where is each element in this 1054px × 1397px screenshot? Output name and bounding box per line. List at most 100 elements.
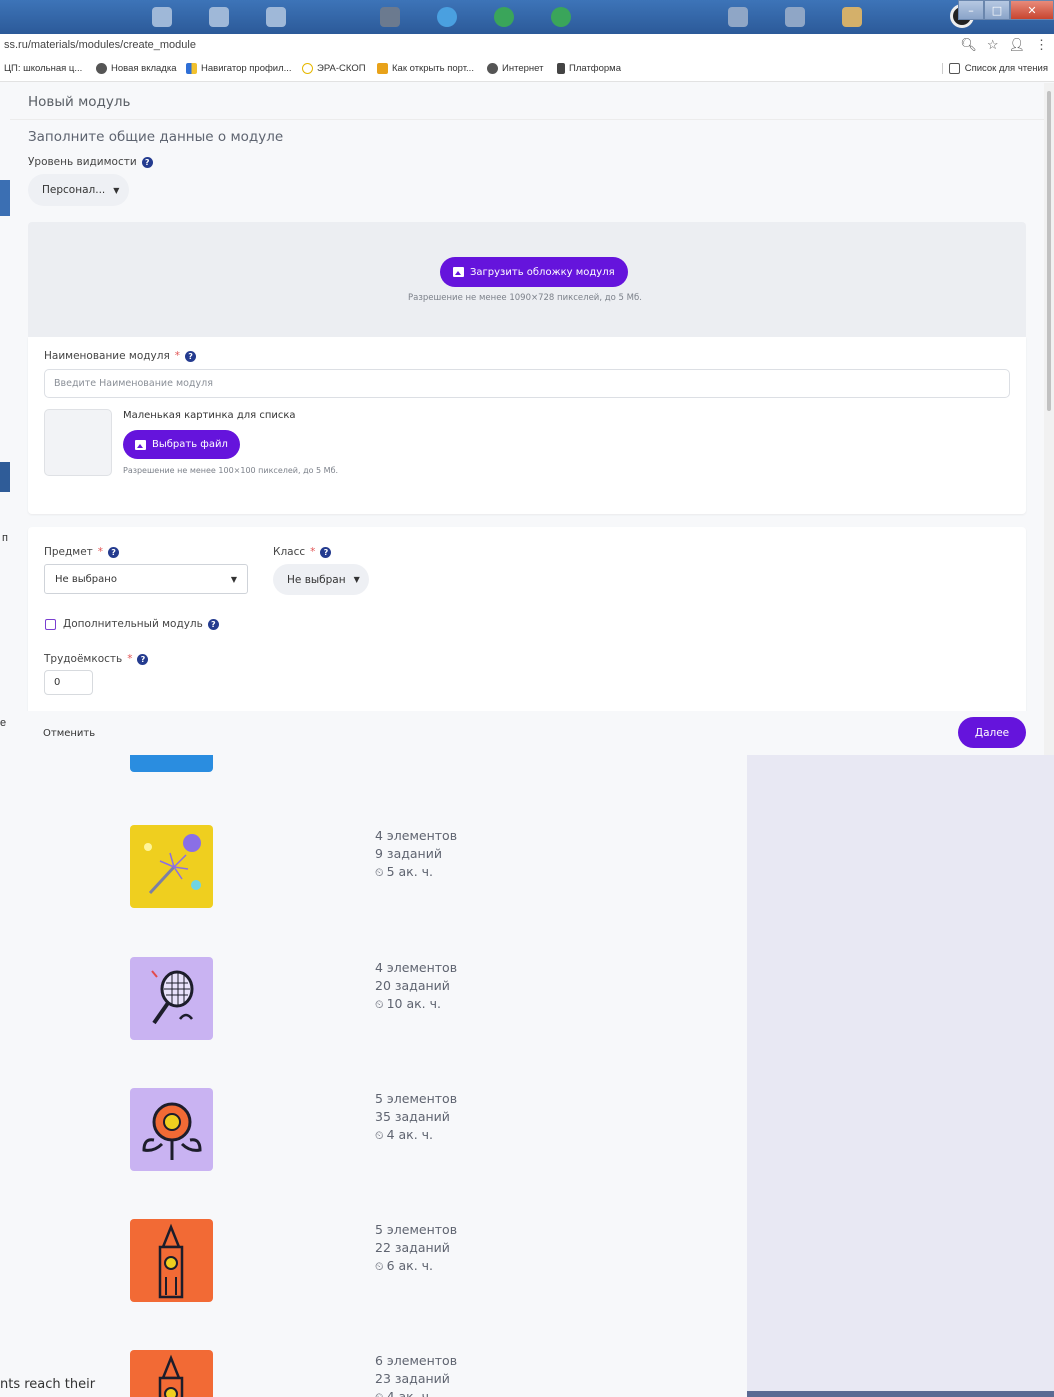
module-tasks-count: 35 заданий bbox=[375, 1109, 450, 1124]
bookmark-item[interactable]: ЦП: школьная ц... bbox=[4, 63, 82, 74]
bookmark-item[interactable]: Платформа bbox=[557, 63, 621, 74]
folder-icon[interactable] bbox=[842, 7, 862, 27]
zoom-icon[interactable]: 🔍︎ bbox=[960, 37, 977, 53]
address-bar[interactable]: ss.ru/materials/modules/create_module 🔍︎… bbox=[0, 34, 1054, 58]
globe-icon bbox=[487, 63, 498, 74]
module-info-card bbox=[28, 337, 1026, 514]
module-elements-count: 5 элементов bbox=[375, 1222, 458, 1237]
module-duration: 5 ак. ч. bbox=[386, 864, 434, 879]
extra-module-label-text: Дополнительный модуль bbox=[63, 618, 203, 630]
visibility-select[interactable]: Персонал... ▼ bbox=[28, 174, 129, 206]
next-button-label: Далее bbox=[974, 726, 1010, 739]
effort-value: 0 bbox=[54, 677, 61, 688]
background-left-fragments bbox=[0, 0, 10, 760]
page-title: Новый модуль bbox=[28, 94, 131, 110]
module-duration: 6 ак. ч. bbox=[386, 1258, 434, 1273]
module-card[interactable]: 5 элементов 22 заданий ⏲ 6 ак. ч. bbox=[0, 1219, 747, 1309]
globe-icon bbox=[96, 63, 107, 74]
effort-input[interactable]: 0 bbox=[44, 670, 93, 695]
module-elements-count: 4 элементов bbox=[375, 828, 458, 843]
tennis-racket-icon bbox=[130, 957, 213, 1040]
page-scrollbar[interactable] bbox=[1044, 83, 1054, 755]
effort-label-text: Трудоёмкость bbox=[44, 653, 123, 665]
effort-label: Трудоёмкость * ? bbox=[44, 653, 149, 665]
address-bar-actions: 🔍︎ ☆ 👤︎ ⋮ bbox=[960, 37, 1048, 53]
scrollbar-thumb[interactable] bbox=[1047, 91, 1051, 411]
choose-file-button[interactable]: Выбрать файл bbox=[123, 430, 240, 459]
upload-cover-button[interactable]: Загрузить обложку модуля bbox=[440, 257, 628, 287]
background-fragment-text: п bbox=[2, 532, 8, 544]
menu-icon[interactable]: ⋮ bbox=[1035, 37, 1048, 53]
module-tasks-count: 20 заданий bbox=[375, 978, 450, 993]
module-card[interactable]: 6 элементов 23 заданий ⏲4 ак. ч. bbox=[0, 1350, 747, 1397]
module-card[interactable]: 5 элементов 35 заданий ⏲ 4 ак. ч. bbox=[0, 1088, 747, 1178]
create-module-page: Новый модуль Заполните общие данные о мо… bbox=[10, 83, 1044, 755]
visibility-label: Уровень видимости ? bbox=[28, 156, 153, 168]
module-duration: 4 ак. ч. bbox=[386, 1127, 434, 1142]
clock-icon: ⏲ bbox=[375, 866, 384, 879]
bookmark-item[interactable]: Интернет bbox=[487, 63, 543, 74]
visibility-value: Персонал... bbox=[42, 184, 106, 196]
star-icon[interactable]: ☆ bbox=[987, 37, 999, 53]
module-elements-count: 6 элементов bbox=[375, 1353, 458, 1368]
background-side-panel bbox=[747, 754, 1054, 1397]
document-icon[interactable] bbox=[152, 7, 172, 27]
grade-label-text: Класс bbox=[273, 546, 306, 558]
era-scop-icon bbox=[302, 63, 313, 74]
url-text[interactable]: ss.ru/materials/modules/create_module bbox=[4, 39, 196, 51]
big-ben-icon bbox=[130, 1350, 213, 1397]
module-elements-count: 4 элементов bbox=[375, 960, 458, 975]
portfolio-icon bbox=[377, 63, 388, 74]
bookmark-item[interactable]: ЭРА-СКОП bbox=[302, 63, 366, 74]
bookmarks-bar: ЦП: школьная ц... Новая вкладка Навигато… bbox=[0, 58, 1054, 82]
grade-select[interactable]: Не выбран ▼ bbox=[273, 564, 369, 595]
flower-icon bbox=[130, 1088, 213, 1171]
extra-module-label: Дополнительный модуль ? bbox=[63, 618, 219, 630]
help-icon[interactable]: ? bbox=[185, 350, 197, 362]
grade-value: Не выбран bbox=[287, 573, 346, 586]
profile-icon[interactable]: 👤︎ bbox=[1008, 37, 1025, 53]
app-icon[interactable] bbox=[380, 7, 400, 27]
maximize-icon[interactable]: □ bbox=[984, 0, 1010, 20]
help-icon[interactable]: ? bbox=[207, 618, 219, 630]
bookmark-item[interactable]: Как открыть порт... bbox=[377, 63, 474, 74]
bookmark-label: ЦП: школьная ц... bbox=[4, 63, 83, 74]
module-card[interactable]: 4 элементов 9 заданий ⏲ 5 ак. ч. bbox=[0, 825, 747, 915]
document-icon[interactable] bbox=[266, 7, 286, 27]
module-name-input[interactable]: Введите Наименование модуля bbox=[44, 369, 1010, 398]
module-stats: 6 элементов 23 заданий ⏲4 ак. ч. bbox=[375, 1352, 457, 1397]
cancel-button[interactable]: Отменить bbox=[43, 728, 95, 739]
chevron-down-icon: ▼ bbox=[230, 574, 237, 584]
section-heading: Заполните общие данные о модуле bbox=[28, 129, 284, 145]
bookmark-label: Новая вкладка bbox=[111, 63, 177, 74]
bookmark-item[interactable]: Новая вкладка bbox=[96, 63, 176, 74]
help-icon[interactable]: ? bbox=[320, 546, 332, 558]
chrome-icon[interactable] bbox=[551, 7, 571, 27]
reading-list-icon bbox=[948, 63, 960, 74]
required-marker: * bbox=[174, 350, 181, 362]
bookmark-item[interactable]: Навигатор профил... bbox=[186, 63, 292, 74]
help-icon[interactable]: ? bbox=[108, 546, 120, 558]
reading-list-button[interactable]: Список для чтения bbox=[941, 63, 1048, 74]
app-icon[interactable] bbox=[728, 7, 748, 27]
help-icon[interactable]: ? bbox=[137, 653, 149, 665]
next-button[interactable]: Далее bbox=[958, 717, 1026, 748]
chrome-icon[interactable] bbox=[494, 7, 514, 27]
subject-select[interactable]: Не выбрано ▼ bbox=[44, 564, 248, 594]
module-card[interactable]: 4 элементов 20 заданий ⏲ 10 ак. ч. bbox=[0, 957, 747, 1047]
background-fragment-text: е bbox=[0, 717, 7, 729]
clock-icon: ⏲ bbox=[375, 1129, 384, 1142]
extra-module-checkbox[interactable] bbox=[45, 619, 56, 630]
chevron-down-icon: ▼ bbox=[353, 575, 360, 584]
browser-icon[interactable] bbox=[437, 7, 457, 27]
app-icon[interactable] bbox=[785, 7, 805, 27]
chevron-down-icon: ▼ bbox=[113, 185, 120, 195]
image-icon bbox=[453, 267, 464, 277]
help-icon[interactable]: ? bbox=[141, 156, 153, 168]
reading-list-label: Список для чтения bbox=[964, 63, 1048, 74]
minimize-icon[interactable]: – bbox=[958, 0, 984, 20]
close-icon[interactable]: ✕ bbox=[1010, 0, 1054, 20]
module-elements-count: 5 элементов bbox=[375, 1091, 458, 1106]
form-footer: Отменить Далее bbox=[10, 711, 1044, 755]
document-icon[interactable] bbox=[209, 7, 229, 27]
